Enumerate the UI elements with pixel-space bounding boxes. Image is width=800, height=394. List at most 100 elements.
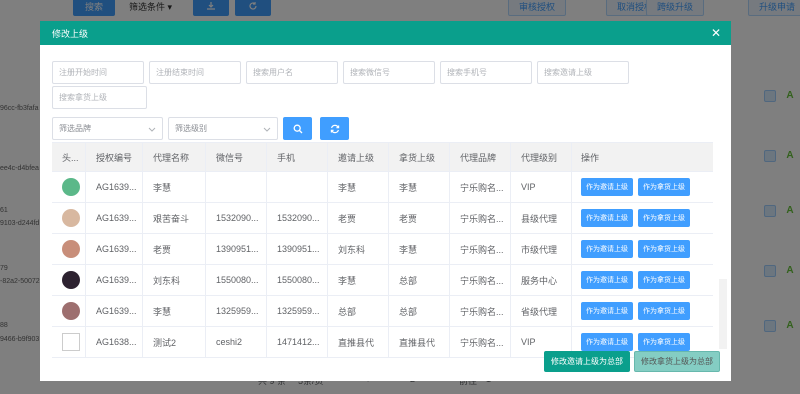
set-as-supplier-button[interactable]: 作为拿货上级 bbox=[638, 240, 690, 258]
refresh-icon bbox=[330, 124, 339, 133]
supplier-cell-text: 李慧 bbox=[399, 182, 418, 193]
supplier-cell-text: 直推县代 bbox=[399, 337, 436, 348]
actions-cell: 作为邀请上级 作为拿货上级 bbox=[572, 172, 713, 202]
supplier-cell: 直推县代 bbox=[389, 327, 450, 357]
phone-cell: 1532090... bbox=[267, 203, 328, 233]
brand-cell-text: 宁乐购名... bbox=[460, 244, 504, 255]
search-wechat-input[interactable]: 搜索微信号 bbox=[343, 61, 435, 84]
table-row: AG1639... 李慧 李慧 李慧 宁乐购名... VIP 作为邀请上级 作为拿货上级 bbox=[52, 172, 713, 203]
auth-id-cell: AG1639... bbox=[86, 172, 143, 202]
auth-id-cell-text: AG1639... bbox=[96, 244, 137, 254]
avatar-cell bbox=[52, 172, 86, 202]
set-as-inviter-button[interactable]: 作为邀请上级 bbox=[581, 333, 633, 351]
table-header: 头... 授权编号 代理名称 微信号 手机 邀请上级 拿货上级 代理品牌 代理级… bbox=[52, 143, 713, 172]
set-as-inviter-button[interactable]: 作为邀请上级 bbox=[581, 240, 633, 258]
header-supplier: 拿货上级 bbox=[389, 143, 450, 171]
avatar-cell bbox=[52, 265, 86, 295]
close-icon[interactable]: ✕ bbox=[711, 27, 721, 39]
set-as-inviter-button[interactable]: 作为邀请上级 bbox=[581, 209, 633, 227]
table-scrollbar[interactable] bbox=[719, 279, 727, 349]
search-user-input[interactable]: 搜索用户名 bbox=[246, 61, 338, 84]
inviter-cell: 刘东科 bbox=[328, 234, 389, 264]
dialog-header: 修改上级 bbox=[40, 21, 731, 45]
avatar bbox=[62, 333, 80, 351]
agent-name-cell-text: 老贾 bbox=[153, 244, 172, 255]
actions-cell: 作为邀请上级 作为拿货上级 bbox=[572, 234, 713, 264]
supplier-cell: 李慧 bbox=[389, 234, 450, 264]
agent-name-cell-text: 测试2 bbox=[153, 337, 177, 348]
phone-cell: 1550080... bbox=[267, 265, 328, 295]
brand-cell: 宁乐购名... bbox=[450, 327, 511, 357]
level-cell: VIP bbox=[511, 172, 572, 202]
wechat-cell-text: 1532090... bbox=[216, 213, 259, 223]
header-agent-name: 代理名称 bbox=[143, 143, 206, 171]
brand-cell: 宁乐购名... bbox=[450, 265, 511, 295]
set-as-supplier-button[interactable]: 作为拿货上级 bbox=[638, 333, 690, 351]
inviter-cell-text: 直推县代 bbox=[338, 337, 375, 348]
reg-end-input[interactable]: 注册结束时间 bbox=[149, 61, 241, 84]
set-as-supplier-button[interactable]: 作为拿货上级 bbox=[638, 178, 690, 196]
table-row: AG1639... 李慧 1325959... 1325959... 总部 总部 宁乐购名.… bbox=[52, 296, 713, 327]
level-cell-text: VIP bbox=[521, 337, 536, 347]
set-as-supplier-button[interactable]: 作为拿货上级 bbox=[638, 271, 690, 289]
phone-cell: 1390951... bbox=[267, 234, 328, 264]
search-inviter-input[interactable]: 搜索邀请上级 bbox=[537, 61, 629, 84]
auth-id-cell-text: AG1639... bbox=[96, 275, 137, 285]
brand-cell-text: 宁乐购名... bbox=[460, 213, 504, 224]
agent-name-cell: 艰苦奋斗 bbox=[143, 203, 206, 233]
supplier-cell: 老贾 bbox=[389, 203, 450, 233]
set-supplier-hq-button[interactable]: 修改拿货上级为总部 bbox=[634, 351, 720, 372]
level-select-label: 筛选级别 bbox=[175, 124, 207, 133]
set-as-supplier-button[interactable]: 作为拿货上级 bbox=[638, 302, 690, 320]
header-phone: 手机 bbox=[267, 143, 328, 171]
agent-name-cell: 测试2 bbox=[143, 327, 206, 357]
wechat-cell: 1532090... bbox=[206, 203, 267, 233]
inviter-cell-text: 李慧 bbox=[338, 275, 357, 286]
auth-id-cell-text: AG1639... bbox=[96, 306, 137, 316]
wechat-cell: ceshi2 bbox=[206, 327, 267, 357]
inviter-cell: 李慧 bbox=[328, 172, 389, 202]
brand-select-label: 筛选品牌 bbox=[59, 124, 91, 133]
refresh-button[interactable] bbox=[320, 117, 349, 140]
agent-name-cell-text: 刘东科 bbox=[153, 275, 181, 286]
level-cell: 省级代理 bbox=[511, 296, 572, 326]
brand-cell: 宁乐购名... bbox=[450, 296, 511, 326]
inviter-cell-text: 李慧 bbox=[338, 182, 357, 193]
actions-cell: 作为邀请上级 作为拿货上级 bbox=[572, 296, 713, 326]
table-row: AG1639... 刘东科 1550080... 1550080... 李慧 总部 宁乐购名… bbox=[52, 265, 713, 296]
search-phone-input[interactable]: 搜索手机号 bbox=[440, 61, 532, 84]
set-as-supplier-button[interactable]: 作为拿货上级 bbox=[638, 209, 690, 227]
search-button[interactable] bbox=[283, 117, 312, 140]
auth-id-cell-text: AG1639... bbox=[96, 213, 137, 223]
supplier-cell: 李慧 bbox=[389, 172, 450, 202]
phone-cell-text: 1390951... bbox=[277, 244, 320, 254]
table-row: AG1639... 艰苦奋斗 1532090... 1532090... 老贾 老贾 宁乐购… bbox=[52, 203, 713, 234]
header-inviter: 邀请上级 bbox=[328, 143, 389, 171]
avatar-cell bbox=[52, 203, 86, 233]
set-as-inviter-button[interactable]: 作为邀请上级 bbox=[581, 302, 633, 320]
set-as-inviter-button[interactable]: 作为邀请上级 bbox=[581, 178, 633, 196]
phone-cell-text: 1471412... bbox=[277, 337, 320, 347]
wechat-cell: 1390951... bbox=[206, 234, 267, 264]
set-inviter-hq-button[interactable]: 修改邀请上级为总部 bbox=[544, 351, 630, 372]
search-supplier-input[interactable]: 搜索拿货上级 bbox=[52, 86, 147, 109]
inviter-cell-text: 老贾 bbox=[338, 213, 357, 224]
phone-cell bbox=[267, 172, 328, 202]
supplier-cell-text: 总部 bbox=[399, 306, 418, 317]
level-select[interactable]: 筛选级别 bbox=[168, 117, 278, 140]
reg-start-input[interactable]: 注册开始时间 bbox=[52, 61, 144, 84]
avatar bbox=[62, 240, 80, 258]
supplier-cell-text: 总部 bbox=[399, 275, 418, 286]
actions-cell: 作为邀请上级 作为拿货上级 bbox=[572, 203, 713, 233]
avatar-cell bbox=[52, 327, 86, 357]
set-as-inviter-button[interactable]: 作为邀请上级 bbox=[581, 271, 633, 289]
wechat-cell-text: 1550080... bbox=[216, 275, 259, 285]
brand-select[interactable]: 筛选品牌 bbox=[52, 117, 163, 140]
wechat-cell-text: ceshi2 bbox=[216, 337, 243, 347]
inviter-cell-text: 刘东科 bbox=[338, 244, 366, 255]
phone-cell-text: 1532090... bbox=[277, 213, 320, 223]
avatar-cell bbox=[52, 296, 86, 326]
agent-name-cell-text: 李慧 bbox=[153, 306, 172, 317]
header-wechat: 微信号 bbox=[206, 143, 267, 171]
auth-id-cell: AG1639... bbox=[86, 203, 143, 233]
